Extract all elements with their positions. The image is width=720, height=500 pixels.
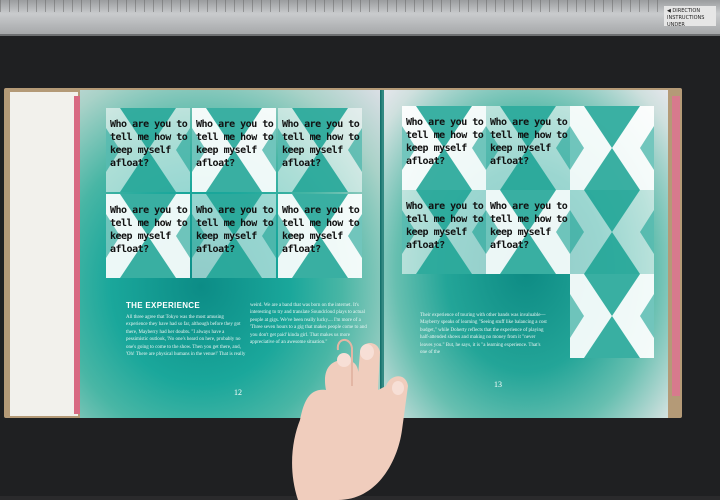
lyric-text: Who are you to tell me how to keep mysel… [490, 117, 568, 167]
lyric-text: Who are you to tell me how to keep mysel… [406, 117, 484, 167]
ruler-label: ◀ DIRECTION INSTRUCTIONS UNDER [664, 6, 716, 28]
lyric-tile: Who are you to tell me how to keep mysel… [192, 108, 276, 192]
endpaper [10, 92, 78, 416]
lyric-tile: Who are you to tell me how to keep mysel… [486, 190, 570, 274]
lyric-tile: Who are you to tell me how to keep mysel… [278, 194, 362, 278]
pattern-tile [570, 106, 654, 190]
hand [292, 339, 408, 500]
lyric-tile: Who are you to tell me how to keep mysel… [402, 190, 486, 274]
lyric-tile: Who are you to tell me how to keep mysel… [192, 194, 276, 278]
lyric-text: Who are you to tell me how to keep mysel… [490, 201, 568, 251]
lyric-text: Who are you to tell me how to keep mysel… [110, 119, 188, 169]
lyric-text: Who are you to tell me how to keep mysel… [406, 201, 484, 251]
lyric-text: Who are you to tell me how to keep mysel… [282, 119, 360, 169]
lyric-tile: Who are you to tell me how to keep mysel… [106, 194, 190, 278]
lyric-text: Who are you to tell me how to keep mysel… [110, 205, 188, 255]
lyric-tile: Who are you to tell me how to keep mysel… [106, 108, 190, 192]
lyric-tile: Who are you to tell me how to keep mysel… [402, 106, 486, 190]
page-number-right: 13 [494, 380, 502, 389]
ruler-ticks [0, 0, 660, 12]
lyric-text: Who are you to tell me how to keep mysel… [282, 205, 360, 255]
pattern-tile [570, 190, 654, 274]
section-heading: THE EXPERIENCE [126, 301, 200, 310]
lyric-text: Who are you to tell me how to keep mysel… [196, 205, 274, 255]
pattern-tile [570, 274, 654, 358]
lyric-text: Who are you to tell me how to keep mysel… [196, 119, 274, 169]
lyric-tile: Who are you to tell me how to keep mysel… [278, 108, 362, 192]
ruler-label-line2: INSTRUCTIONS UNDER [667, 15, 705, 28]
page-number-left: 12 [234, 388, 242, 397]
page-edges-right [672, 96, 680, 396]
ruler-label-line1: ◀ DIRECTION [667, 8, 701, 14]
left-page-column-1: All three agree that Tokyo was the most … [126, 315, 246, 358]
lyric-tile: Who are you to tell me how to keep mysel… [486, 106, 570, 190]
metal-ruler: ◀ DIRECTION INSTRUCTIONS UNDER [0, 0, 720, 36]
